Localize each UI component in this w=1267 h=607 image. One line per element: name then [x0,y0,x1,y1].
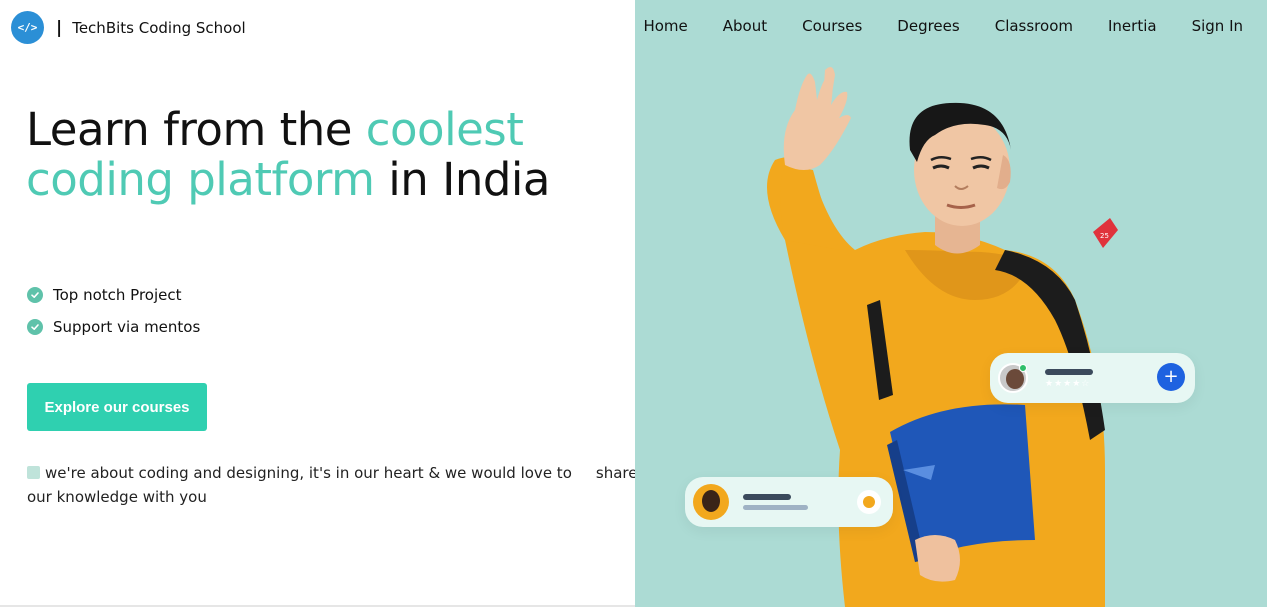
hero-left-panel: </> | TechBits Coding School Learn from … [0,0,637,607]
avatar [998,363,1028,393]
brand-name: TechBits Coding School [72,18,246,37]
explore-courses-button[interactable]: Explore our courses [27,383,207,431]
feature-item: Support via mentos [27,318,200,336]
nav-home[interactable]: Home [643,17,687,35]
plus-icon[interactable]: + [1157,363,1185,391]
feature-label: Support via mentos [53,318,201,336]
chat-bubble-icon[interactable] [857,490,881,514]
brand-separator: | [56,17,63,38]
feature-label: Top notch Project [53,286,182,304]
tagline-part1: we're about coding and designing, it's i… [45,464,572,482]
text-placeholder [743,494,791,500]
tagline: we're about coding and designing, it's i… [27,461,647,509]
hero-title-part2: in India [374,153,551,206]
nav-inertia[interactable]: Inertia [1073,17,1157,35]
review-card: ★★★★☆ + [990,353,1195,403]
nav-courses[interactable]: Courses [767,17,862,35]
check-circle-icon [27,319,43,335]
nav-sign-in[interactable]: Sign In [1157,17,1243,35]
feature-item: Top notch Project [27,286,182,304]
check-circle-icon [27,287,43,303]
nav-about[interactable]: About [688,17,767,35]
text-placeholder [743,505,808,510]
nav-degrees[interactable]: Degrees [862,17,959,35]
nav-classroom[interactable]: Classroom [960,17,1073,35]
hero-title: Learn from the coolest coding platform i… [26,105,606,205]
main-nav: Home About Courses Degrees Classroom Ine… [643,17,1243,35]
chat-card [685,477,893,527]
avatar [693,484,729,520]
badge-count: 25 [1100,232,1109,240]
text-placeholder [1045,369,1093,375]
hero-image-panel: 25 ★★★★☆ + Home About Courses Degrees Cl… [635,0,1267,607]
stars-icon: ★★★★☆ [1045,379,1091,389]
brand[interactable]: </> | TechBits Coding School [11,11,246,44]
hero-title-part1: Learn from the [26,103,366,156]
broken-image-icon [27,466,40,479]
code-logo-icon: </> [11,11,44,44]
